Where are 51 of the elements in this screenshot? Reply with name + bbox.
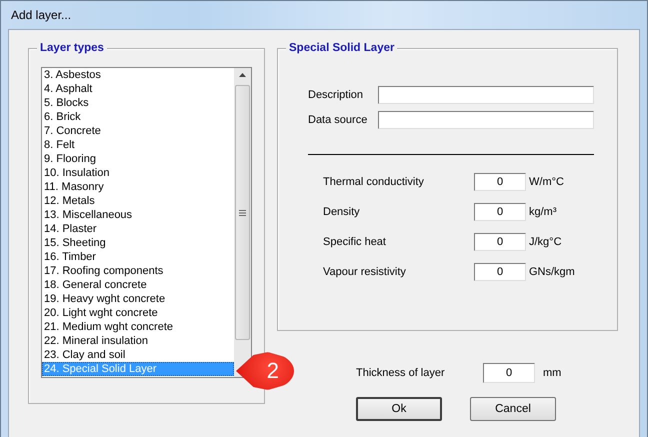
list-item[interactable]: 10. Insulation — [42, 166, 110, 180]
dialog-button[interactable]: Ok — [356, 397, 442, 421]
field-label: Description — [308, 89, 364, 101]
number-field[interactable]: 0 — [474, 233, 526, 251]
list-item[interactable]: 14. Plaster — [42, 222, 97, 236]
list-item[interactable]: 21. Medium wght concrete — [42, 320, 174, 334]
field-label: Specific heat — [323, 236, 387, 248]
text-field[interactable] — [378, 86, 594, 104]
unit-label: kg/m³ — [529, 206, 556, 218]
scroll-up-icon[interactable] — [239, 73, 246, 77]
field-label: Density — [323, 206, 361, 218]
group-title: Layer types — [37, 41, 107, 56]
list-item[interactable]: 9. Flooring — [42, 152, 96, 166]
list-item[interactable]: 15. Sheeting — [42, 236, 106, 250]
scroll-thumb[interactable] — [235, 85, 250, 340]
list-item[interactable]: 3. Asbestos — [42, 68, 101, 82]
list-item[interactable]: 22. Mineral insulation — [42, 334, 148, 348]
layer-type-list[interactable] — [41, 67, 252, 378]
list-item[interactable]: 13. Miscellaneous — [42, 208, 132, 222]
number-field[interactable]: 0 — [474, 173, 526, 191]
group-title: Special Solid Layer — [286, 41, 398, 56]
list-item[interactable]: 12. Metals — [42, 194, 95, 208]
list-item[interactable]: 19. Heavy wght concrete — [42, 292, 166, 306]
list-item[interactable]: 4. Asphalt — [42, 82, 92, 96]
number-field[interactable]: 0 — [474, 263, 526, 281]
text-field[interactable] — [378, 111, 594, 129]
list-item[interactable]: 5. Blocks — [42, 96, 89, 110]
list-item[interactable]: 7. Concrete — [42, 124, 101, 138]
window-title: Add layer... — [11, 8, 72, 22]
list-item[interactable]: 17. Roofing components — [42, 264, 164, 278]
field-label: Data source — [308, 114, 368, 126]
number-field[interactable]: 0 — [474, 203, 526, 221]
unit-label: GNs/kgm — [529, 266, 575, 278]
number-field[interactable]: 0 — [483, 363, 535, 383]
list-item[interactable]: 6. Brick — [42, 110, 81, 124]
list-item[interactable]: 23. Clay and soil — [42, 348, 126, 362]
list-item[interactable]: 16. Timber — [42, 250, 96, 264]
unit-label: W/m°C — [529, 176, 564, 188]
list-item[interactable]: 8. Felt — [42, 138, 75, 152]
unit-label: J/kg°C — [529, 236, 562, 248]
dialog-button[interactable]: Cancel — [470, 397, 556, 421]
field-label: Vapour resistivity — [323, 266, 407, 278]
list-item[interactable]: 18. General concrete — [42, 278, 147, 292]
scrollbar[interactable] — [234, 68, 251, 377]
field-label: Thermal conductivity — [323, 176, 425, 188]
grip-icon — [239, 210, 246, 216]
field-label: Thickness of layer — [356, 367, 446, 379]
list-item[interactable]: 11. Masonry — [42, 180, 104, 194]
unit-label: mm — [543, 367, 562, 379]
step-callout: 2 — [236, 352, 294, 390]
list-item[interactable]: 20. Light wght concrete — [42, 306, 158, 320]
